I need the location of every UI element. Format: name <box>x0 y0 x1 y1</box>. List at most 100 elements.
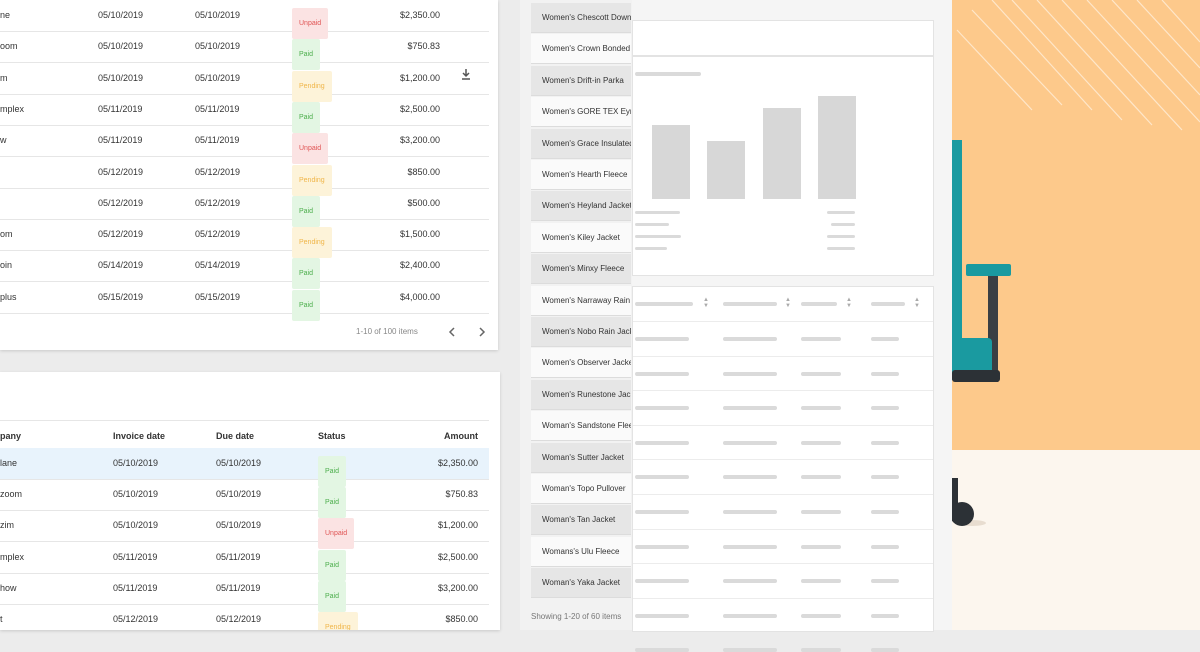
cell-amount: $750.83 <box>445 489 478 500</box>
table-row[interactable]: ne 05/10/2019 05/10/2019 $2,350.00 Unpaid <box>0 0 489 39</box>
product-list-item[interactable]: Women's Nobo Rain Jacket <box>531 317 631 347</box>
placeholder-cell <box>801 337 841 341</box>
placeholder-legend-line <box>827 235 855 238</box>
cell-due-date: 05/12/2019 <box>195 166 241 177</box>
product-list-item[interactable]: Women's Narraway Rain <box>531 285 631 316</box>
download-icon[interactable] <box>461 69 471 83</box>
table-row[interactable]: m 05/10/2019 05/10/2019 $1,200.00 Pending <box>0 63 489 102</box>
placeholder-legend-line <box>827 247 855 250</box>
cell-due-date: 05/11/2019 <box>216 582 261 593</box>
product-list-item[interactable]: Woman's Sutter Jacket <box>531 442 631 473</box>
cell-invoice-date: 05/10/2019 <box>98 72 144 83</box>
product-list-item[interactable]: Women's Runestone Jacket <box>531 379 631 410</box>
sort-icon[interactable]: ▼ <box>785 303 791 309</box>
table-row[interactable]: w 05/11/2019 05/11/2019 $3,200.00 Unpaid <box>0 125 489 165</box>
placeholder-cell <box>801 510 841 514</box>
product-list-item[interactable]: Women's GORE TEX Eyrie <box>531 97 631 128</box>
product-list-item[interactable]: Women's Crown Bonded <box>531 34 631 65</box>
product-list-item[interactable]: Woman's Sandstone Fleece <box>531 411 631 442</box>
product-list-item[interactable]: Women's Kiley Jacket <box>531 222 631 253</box>
cell-invoice-date: 05/12/2019 <box>98 197 144 208</box>
table-row[interactable]: om 05/12/2019 05/12/2019 $1,500.00 Pending <box>0 219 489 259</box>
placeholder-cell <box>723 510 777 514</box>
cell-invoice-date: 05/10/2019 <box>113 489 159 500</box>
wireframe-chart-card <box>632 56 934 276</box>
product-list-panel: Women's Chescott Down Women's Crown Bonde… <box>520 0 632 630</box>
chevron-left-icon[interactable] <box>448 325 456 343</box>
placeholder-row-divider <box>633 528 933 530</box>
cell-invoice-date: 05/14/2019 <box>98 260 144 271</box>
cell-company: om <box>0 229 13 240</box>
pagination-text: 1-10 of 100 items <box>356 327 418 336</box>
chevron-right-icon[interactable] <box>478 325 486 343</box>
table-row[interactable]: how 05/11/2019 05/11/2019 $3,200.00 Paid <box>0 573 489 612</box>
placeholder-header <box>635 302 693 306</box>
placeholder-cell <box>723 337 777 341</box>
placeholder-cell <box>723 440 777 445</box>
product-footer: Showing 1-20 of 60 items <box>531 612 622 621</box>
product-list-item[interactable]: Women's Chescott Down <box>531 3 631 33</box>
table-row[interactable]: zoom 05/10/2019 05/10/2019 $750.83 Paid <box>0 479 489 519</box>
table-row[interactable]: mplex 05/11/2019 05/11/2019 $2,500.00 Paid <box>0 94 489 133</box>
cell-company: t <box>0 614 3 624</box>
table-row[interactable]: lane 05/10/2019 05/10/2019 $2,350.00 Paid <box>0 448 489 487</box>
placeholder-cell <box>801 475 841 480</box>
placeholder-cell <box>871 510 899 514</box>
cell-due-date: 05/12/2019 <box>195 197 241 208</box>
sort-icon[interactable]: ▼ <box>703 303 709 309</box>
cell-due-date: 05/15/2019 <box>195 291 241 302</box>
table-row[interactable]: zim 05/10/2019 05/10/2019 $1,200.00 Unpaid <box>0 510 489 550</box>
product-list-item[interactable]: Women's Minxy Fleece <box>531 254 631 285</box>
product-list-item[interactable]: Women's Drift-in Parka <box>531 65 631 96</box>
cell-amount: $850.00 <box>407 166 440 177</box>
cell-invoice-date: 05/12/2019 <box>98 166 144 177</box>
cell-invoice-date: 05/11/2019 <box>98 103 143 114</box>
table-row[interactable]: t 05/12/2019 05/12/2019 $850.00 Pending <box>0 604 489 630</box>
cell-company: oin <box>0 260 13 271</box>
table-row[interactable]: oom 05/10/2019 05/10/2019 $750.83 Paid <box>0 31 489 71</box>
product-list-item[interactable]: Woman's Topo Pullover <box>531 474 631 504</box>
cell-company: zim <box>0 520 14 531</box>
placeholder-row-divider <box>633 494 933 495</box>
product-list-item[interactable]: Women's Grace Insulated <box>531 128 631 159</box>
product-list-item[interactable]: Women's Heyland Jacket <box>531 191 631 222</box>
cell-invoice-date: 05/10/2019 <box>113 520 159 531</box>
cell-amount: $2,350.00 <box>437 458 478 468</box>
cell-invoice-date: 05/10/2019 <box>113 458 159 468</box>
cell-amount: $1,200.00 <box>399 72 440 83</box>
cell-invoice-date: 05/11/2019 <box>98 135 143 146</box>
placeholder-cell <box>801 406 841 411</box>
placeholder-legend-line <box>635 211 680 214</box>
sort-icon[interactable]: ▼ <box>914 303 920 309</box>
table-row[interactable]: 05/12/2019 05/12/2019 $850.00 Pending <box>0 157 489 196</box>
product-list-item[interactable]: Womans's Ulu Fleece <box>531 536 631 567</box>
placeholder-cell <box>723 613 777 618</box>
table-row[interactable]: mplex 05/11/2019 05/11/2019 $2,500.00 Paid <box>0 542 489 581</box>
wireframe-top-card <box>632 20 934 56</box>
table-row[interactable]: 05/12/2019 05/12/2019 $500.00 Paid <box>0 188 489 227</box>
cell-amount: $850.00 <box>445 614 478 624</box>
placeholder-cell <box>871 406 899 411</box>
cell-company: mplex <box>0 103 25 114</box>
product-list-item[interactable]: Women's Observer Jacket <box>531 348 631 379</box>
product-list-item[interactable]: Women's Hearth Fleece <box>531 160 631 190</box>
sort-icon[interactable]: ▼ <box>846 303 852 309</box>
placeholder-row-divider <box>633 355 933 357</box>
cell-invoice-date: 05/11/2019 <box>113 551 158 562</box>
cell-amount: $1,200.00 <box>437 520 478 531</box>
cell-amount: $2,350.00 <box>399 10 440 20</box>
cell-due-date: 05/10/2019 <box>195 41 241 52</box>
placeholder-row-divider <box>633 424 933 426</box>
table-row[interactable]: plus 05/15/2019 05/15/2019 $4,000.00 Paid <box>0 282 489 321</box>
wireframe-panel: ▲ ▼ ▲ ▼ ▲ ▼ ▲ ▼ <box>632 0 952 652</box>
placeholder-legend-line <box>635 235 681 238</box>
placeholder-legend-line <box>635 247 667 250</box>
product-list-item[interactable]: Woman's Yaka Jacket <box>531 568 631 599</box>
cell-amount: $4,000.00 <box>399 291 440 302</box>
placeholder-bar <box>763 108 801 199</box>
product-list-item[interactable]: Woman's Tan Jacket <box>531 505 631 536</box>
placeholder-cell <box>871 579 899 584</box>
table-row[interactable]: oin 05/14/2019 05/14/2019 $2,400.00 Paid <box>0 250 489 290</box>
illustration <box>952 0 1200 630</box>
cell-amount: $3,200.00 <box>399 135 440 146</box>
